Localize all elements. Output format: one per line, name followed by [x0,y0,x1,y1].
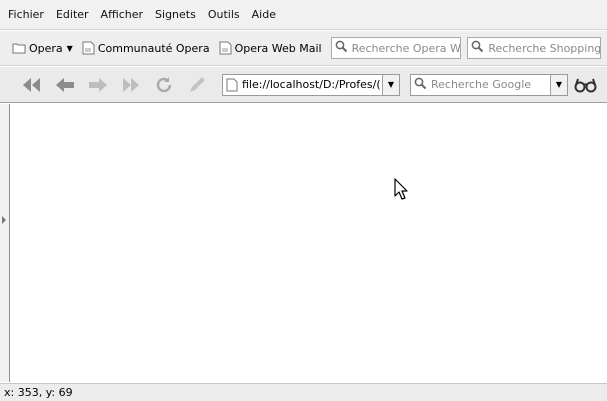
menu-bar: Fichier Editer Afficher Signets Outils A… [0,0,607,30]
status-bar: x: 353, y: 69 [0,383,607,401]
bookmarks-bar: Opera ▼ Communauté Opera Opera Web Mail … [0,31,607,66]
menu-signets[interactable]: Signets [155,8,196,21]
address-field[interactable]: file://localhost/D:/Profes/( ▼ [222,73,400,96]
opera-search-input[interactable]: Recherche Opera Wi [330,37,462,59]
magnifier-icon [471,40,484,56]
bookmark-webmail[interactable]: Opera Web Mail [219,41,322,55]
chevron-down-icon[interactable]: ▼ [382,74,399,95]
bookmark-page-icon [82,41,95,55]
menu-fichier[interactable]: Fichier [8,8,44,21]
google-search-placeholder: Recherche Google [431,78,532,91]
bookmark-opera-label: Opera [29,41,63,55]
menu-aide[interactable]: Aide [252,8,276,21]
side-panel-strip[interactable] [0,104,9,382]
back-icon[interactable] [51,73,79,97]
panel-toggle-icon[interactable] [2,216,6,224]
edit-icon[interactable] [183,73,211,97]
forward-icon[interactable] [84,73,112,97]
magnifier-icon [414,77,427,93]
folder-icon [12,42,26,54]
address-value: file://localhost/D:/Profes/( [242,78,381,91]
menu-afficher[interactable]: Afficher [101,8,143,21]
shopping-search-input[interactable]: Recherche Shopping [467,37,601,59]
magnifier-icon [335,40,348,56]
menu-editer[interactable]: Editer [56,8,89,21]
bookmark-webmail-label: Opera Web Mail [234,41,322,55]
bookmark-page-icon [219,41,232,55]
chevron-down-icon[interactable]: ▼ [550,74,567,95]
coordinates-readout: x: 353, y: 69 [4,386,73,399]
shopping-search-placeholder: Recherche Shopping [488,41,601,55]
bookmark-communaute[interactable]: Communauté Opera [82,41,210,55]
bookmark-communaute-label: Communauté Opera [97,41,210,55]
rewind-icon[interactable] [18,73,46,97]
page-icon [226,78,238,92]
fast-forward-icon[interactable] [117,73,145,97]
mouse-cursor-icon [394,178,408,203]
menu-outils[interactable]: Outils [208,8,240,21]
page-content[interactable] [9,104,607,382]
bookmark-opera[interactable]: Opera ▼ [12,42,73,55]
google-search-input[interactable]: Recherche Google ▼ [410,73,568,96]
chevron-down-icon: ▼ [66,43,73,53]
reload-icon[interactable] [150,73,178,97]
navigation-bar: file://localhost/D:/Profes/( ▼ Recherche… [0,67,607,103]
glasses-icon[interactable] [574,76,598,94]
opera-search-placeholder: Recherche Opera Wi [351,41,462,55]
